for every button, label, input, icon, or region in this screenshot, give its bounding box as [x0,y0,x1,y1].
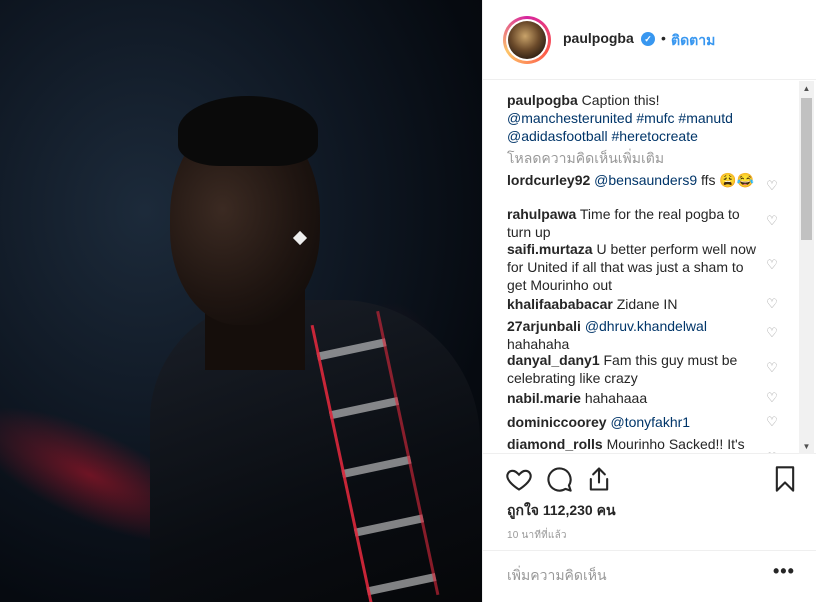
post-header: paulpogba ✓ • ติดตาม [483,0,816,80]
comment-username[interactable]: nabil.marie [507,390,581,406]
action-bar [483,455,816,505]
more-options-icon[interactable]: ••• [773,561,795,582]
comment-text: hahahaha [507,336,570,352]
post-sidebar: paulpogba ✓ • ติดตาม paulpogba Caption t… [482,0,816,602]
comment-text: ffs 😩😂 [697,172,755,188]
comment-mention[interactable]: @dhruv.khandelwal [585,318,707,334]
comment-username[interactable]: khalifaababacar [507,296,613,312]
caption-username[interactable]: paulpogba [507,92,578,108]
load-more-comments-button[interactable]: โหลดความคิดเห็นเพิ่มเติม [507,148,664,170]
comment-username[interactable]: diamond_rolls [507,436,603,452]
comment-item: saifi.murtaza U better perform well now … [507,240,757,294]
comment-item: khalifaababacar Zidane IN [507,295,757,313]
comment-like-heart-icon[interactable]: ♡ [765,361,779,375]
comment-like-heart-icon[interactable]: ♡ [765,179,779,193]
caption-tags-line2[interactable]: @adidasfootball #heretocreate [507,128,698,144]
comment-like-heart-icon[interactable]: ♡ [765,297,779,311]
post-timestamp[interactable]: 10 นาทีที่แล้ว [507,528,567,543]
comment-username[interactable]: danyal_dany1 [507,352,600,368]
comment-item: nabil.marie hahahaaa [507,389,757,407]
follow-button[interactable]: ติดตาม [671,30,715,52]
photo-hair [178,96,318,166]
comment-like-heart-icon[interactable]: ♡ [765,451,779,454]
comment-mention[interactable]: @tonyfakhr1 [610,414,690,430]
post-photo[interactable] [0,0,482,602]
comments-scrollbar[interactable]: ▲ ▼ [799,81,814,454]
comments-section[interactable]: paulpogba Caption this! @manchesterunite… [483,81,816,454]
save-bookmark-icon[interactable] [771,465,799,493]
comment-text: Mourinho Sacked!! It's [606,436,745,452]
comment-username[interactable]: dominiccoorey [507,414,607,430]
comment-username[interactable]: lordcurley92 [507,172,590,188]
comment-item: lordcurley92 @bensaunders9 ffs 😩😂 [507,171,757,189]
comment-item: dominiccoorey @tonyfakhr1 [507,413,757,431]
avatar-inner [506,19,548,61]
add-comment-input[interactable] [507,565,747,585]
separator-dot: • [661,30,666,46]
avatar[interactable] [503,16,551,64]
comment-like-heart-icon[interactable]: ♡ [765,391,779,405]
comment-item: rahulpawa Time for the real pogba to tur… [507,205,757,241]
comment-item: danyal_dany1 Fam this guy must be celebr… [507,351,757,387]
comment-bubble-icon[interactable] [545,465,573,493]
caption-text: Caption this! [581,92,660,108]
likes-count[interactable]: ถูกใจ 112,230 คน [507,500,616,522]
comment-like-heart-icon[interactable]: ♡ [765,258,779,272]
comment-mention[interactable]: @bensaunders9 [594,172,697,188]
comment-item: 27arjunbali @dhruv.khandelwal hahahaha [507,317,757,353]
scroll-up-arrow-icon[interactable]: ▲ [799,81,814,96]
post-caption: paulpogba Caption this! @manchesterunite… [507,91,777,145]
comment-item: diamond_rolls Mourinho Sacked!! It's [507,435,757,453]
comment-username[interactable]: 27arjunbali [507,318,581,334]
comment-text: hahahaaa [584,390,648,406]
share-icon[interactable] [585,465,613,493]
scroll-thumb[interactable] [801,98,812,240]
comment-text: Zidane IN [616,296,678,312]
scroll-down-arrow-icon[interactable]: ▼ [799,439,814,454]
like-heart-icon[interactable] [505,465,533,493]
comment-like-heart-icon[interactable]: ♡ [765,214,779,228]
comment-username[interactable]: saifi.murtaza [507,241,593,257]
verified-badge-icon: ✓ [641,32,655,46]
avatar-image [508,21,546,59]
comment-like-heart-icon[interactable]: ♡ [765,415,779,429]
add-comment-bar: ••• [483,550,816,602]
comment-like-heart-icon[interactable]: ♡ [765,326,779,340]
caption-tags-line1[interactable]: @manchesterunited #mufc #manutd [507,110,733,126]
username-link[interactable]: paulpogba [563,30,634,46]
comment-username[interactable]: rahulpawa [507,206,576,222]
